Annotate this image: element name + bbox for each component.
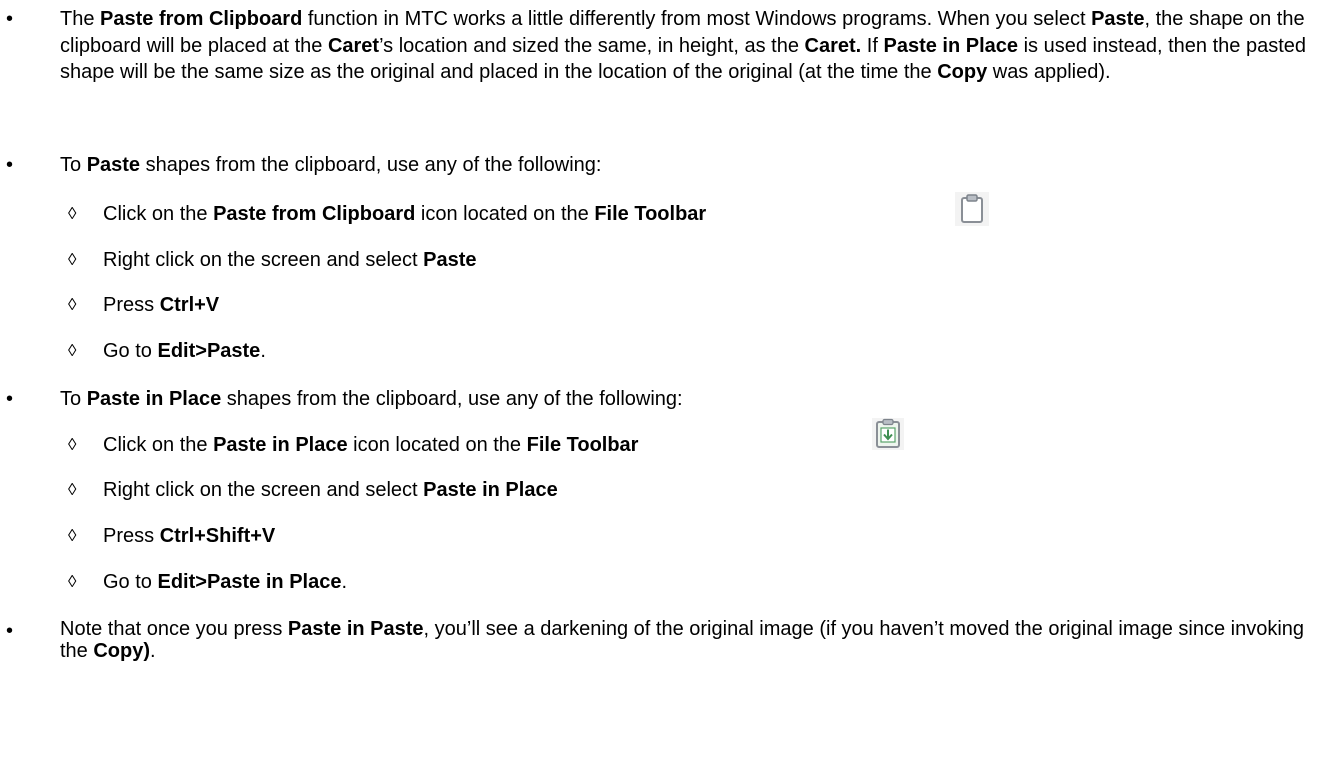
text-run: shapes from the clipboard, use any of th…: [221, 388, 683, 410]
text-run: Go to: [103, 571, 158, 593]
text-run: .: [150, 640, 156, 662]
text-run: function in MTC works a little different…: [302, 8, 1092, 30]
text-run: ’s location and sized the same, in heigh…: [379, 34, 805, 57]
sub-marker: ◊: [68, 572, 77, 591]
bold-term: Caret.: [804, 34, 862, 57]
text-run: shapes from the clipboard, use any of th…: [140, 154, 602, 176]
sub-marker: ◊: [68, 295, 77, 314]
bold-term: Paste: [423, 249, 477, 271]
text-run: Right click on the screen and select: [103, 249, 424, 271]
bullet-marker: •: [6, 8, 14, 30]
bold-term: Paste: [1091, 8, 1145, 30]
bold-term: Paste in Paste: [287, 618, 424, 640]
place-item-toolbar: Click on the Paste in Place icon located…: [103, 432, 638, 458]
paste-item-right-click: Right click on the screen and select Pas…: [103, 247, 477, 273]
bold-term: Ctrl+V: [159, 294, 220, 316]
bold-term: Edit>Paste: [157, 340, 261, 362]
text-run: The: [60, 8, 101, 30]
text-run: Click on the: [103, 203, 214, 225]
bold-term: Copy: [937, 61, 988, 83]
bold-term: Caret: [327, 34, 380, 57]
paragraph-paste-intro: The Paste from Clipboard function in MTC…: [60, 6, 1320, 86]
bullet-marker: •: [6, 620, 14, 642]
text-run: was applied).: [987, 61, 1111, 83]
place-item-right-click: Right click on the screen and select Pas…: [103, 477, 558, 503]
bold-term: File Toolbar: [526, 434, 639, 456]
bold-term: File Toolbar: [594, 203, 707, 225]
text-run: .: [341, 571, 348, 593]
text-run: Press: [103, 294, 160, 316]
bold-term: Ctrl+Shift+V: [159, 525, 276, 547]
paste-in-place-icon: [872, 418, 904, 450]
bold-term: Paste in Place: [423, 479, 558, 501]
text-run: If: [861, 34, 884, 57]
text-run: To: [60, 154, 87, 176]
bullet-marker: •: [6, 154, 14, 176]
text-run: Note that once you press: [60, 618, 288, 640]
text-run: Press: [103, 525, 160, 547]
paragraph-paste-how: To Paste shapes from the clipboard, use …: [60, 152, 1320, 179]
bold-term: Paste: [86, 154, 141, 176]
sub-marker: ◊: [68, 250, 77, 269]
bold-term: Copy): [93, 640, 151, 662]
paragraph-paste-in-place-how: To Paste in Place shapes from the clipbo…: [60, 386, 1320, 413]
text-run: Right click on the screen and select: [103, 479, 424, 501]
bold-term: Paste in Place: [883, 34, 1019, 57]
bold-term: Edit>Paste in Place: [157, 571, 342, 593]
clipboard-icon: [955, 192, 989, 226]
bold-term: Paste in Place: [86, 388, 222, 410]
text-run: Click on the: [103, 434, 214, 456]
sub-marker: ◊: [68, 435, 77, 454]
paste-item-menu: Go to Edit>Paste.: [103, 338, 266, 364]
paste-item-toolbar: Click on the Paste from Clipboard icon l…: [103, 201, 706, 227]
bold-term: Paste from Clipboard: [100, 8, 303, 30]
paste-item-shortcut: Press Ctrl+V: [103, 292, 219, 318]
text-run: icon located on the: [347, 434, 527, 456]
sub-marker: ◊: [68, 341, 77, 360]
place-item-menu: Go to Edit>Paste in Place.: [103, 569, 347, 595]
sub-marker: ◊: [68, 526, 77, 545]
sub-marker: ◊: [68, 204, 77, 223]
sub-marker: ◊: [68, 480, 77, 499]
text-run: .: [260, 340, 266, 362]
text-run: Go to: [103, 340, 158, 362]
paragraph-note: Note that once you press Paste in Paste,…: [60, 618, 1320, 662]
bold-term: Paste in Place: [213, 434, 348, 456]
place-item-shortcut: Press Ctrl+Shift+V: [103, 523, 275, 549]
text-run: To: [60, 388, 87, 410]
bold-term: Paste from Clipboard: [213, 203, 416, 225]
text-run: icon located on the: [415, 203, 595, 225]
bullet-marker: •: [6, 388, 14, 410]
